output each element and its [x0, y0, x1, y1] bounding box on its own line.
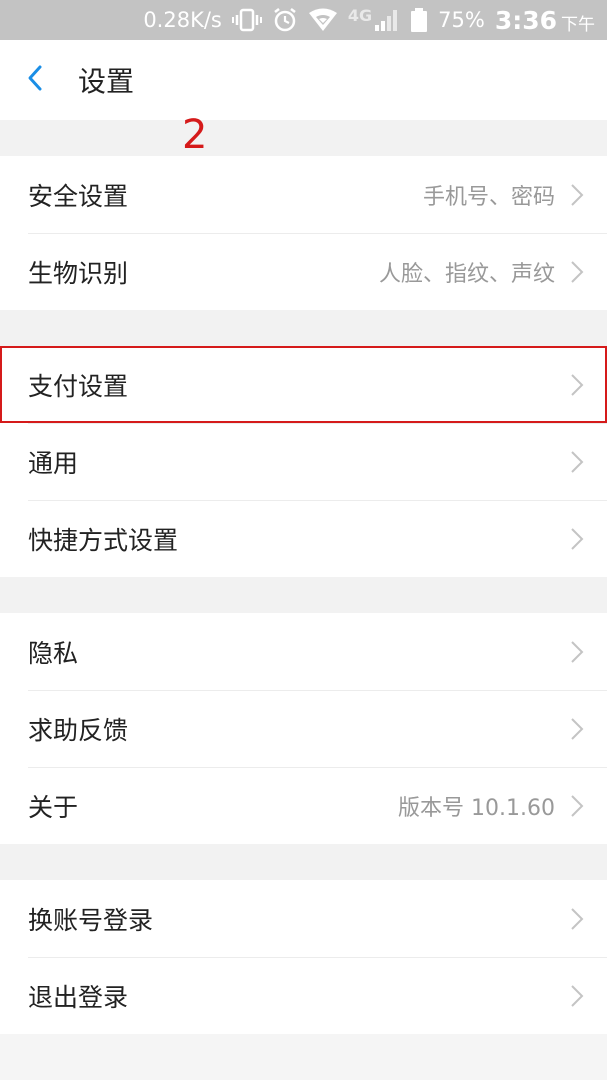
clock-ampm: 下午 — [561, 14, 595, 35]
row-payment-settings[interactable]: 支付设置 — [0, 346, 607, 423]
chevron-right-icon — [569, 372, 585, 398]
network-type: 4G — [347, 5, 373, 25]
row-label: 安全设置 — [28, 181, 129, 211]
header-bar: 设置 — [0, 40, 607, 120]
chevron-right-icon — [569, 906, 585, 932]
section-gap: 2 — [0, 112, 607, 158]
row-label: 支付设置 — [28, 371, 129, 401]
row-label: 换账号登录 — [28, 905, 154, 935]
row-about[interactable]: 关于 版本号 10.1.60 — [0, 767, 607, 844]
section-gap — [0, 310, 607, 346]
row-switch-account[interactable]: 换账号登录 — [0, 880, 607, 957]
row-label: 退出登录 — [28, 982, 129, 1012]
settings-group-login: 换账号登录 退出登录 — [0, 880, 607, 1034]
chevron-right-icon — [569, 259, 585, 285]
network-speed: 0.28K/s — [143, 8, 222, 32]
battery-level: 75% — [438, 8, 485, 32]
chevron-right-icon — [569, 639, 585, 665]
chevron-right-icon — [569, 182, 585, 208]
step-annotation: 2 — [182, 112, 208, 158]
vibrate-icon — [231, 8, 262, 32]
chevron-right-icon — [569, 526, 585, 552]
row-label: 隐私 — [28, 638, 79, 668]
row-security-settings[interactable]: 安全设置 手机号、密码 — [0, 156, 607, 233]
chevron-right-icon — [569, 449, 585, 475]
chevron-left-icon — [25, 63, 45, 97]
page-title: 设置 — [78, 65, 135, 98]
chevron-right-icon — [569, 716, 585, 742]
status-bar: 0.28K/s 4G 75% 3:36 下午 — [0, 0, 607, 40]
row-label: 生物识别 — [28, 258, 129, 288]
row-label: 求助反馈 — [28, 715, 129, 745]
row-general[interactable]: 通用 — [0, 423, 607, 500]
row-logout[interactable]: 退出登录 — [0, 957, 607, 1034]
settings-group-account: 安全设置 手机号、密码 生物识别 人脸、指纹、声纹 — [0, 156, 607, 310]
signal-icon — [374, 8, 400, 32]
row-value: 人脸、指纹、声纹 — [378, 261, 555, 287]
settings-group-general: 支付设置 通用 快捷方式设置 — [0, 346, 607, 577]
chevron-right-icon — [569, 983, 585, 1009]
row-label: 快捷方式设置 — [28, 525, 179, 555]
row-shortcut-settings[interactable]: 快捷方式设置 — [0, 500, 607, 577]
row-label: 关于 — [28, 792, 79, 822]
alarm-icon — [272, 7, 298, 33]
chevron-right-icon — [569, 793, 585, 819]
row-value: 手机号、密码 — [422, 184, 555, 210]
battery-icon — [410, 7, 428, 33]
back-button[interactable] — [0, 40, 70, 120]
section-gap — [0, 844, 607, 880]
wifi-icon — [308, 8, 338, 32]
settings-group-info: 隐私 求助反馈 关于 版本号 10.1.60 — [0, 613, 607, 844]
row-value: 版本号 10.1.60 — [398, 795, 555, 821]
row-privacy[interactable]: 隐私 — [0, 613, 607, 690]
section-gap — [0, 577, 607, 613]
row-help-feedback[interactable]: 求助反馈 — [0, 690, 607, 767]
row-label: 通用 — [28, 448, 79, 478]
clock-time: 3:36 — [494, 5, 557, 35]
row-biometrics[interactable]: 生物识别 人脸、指纹、声纹 — [0, 233, 607, 310]
